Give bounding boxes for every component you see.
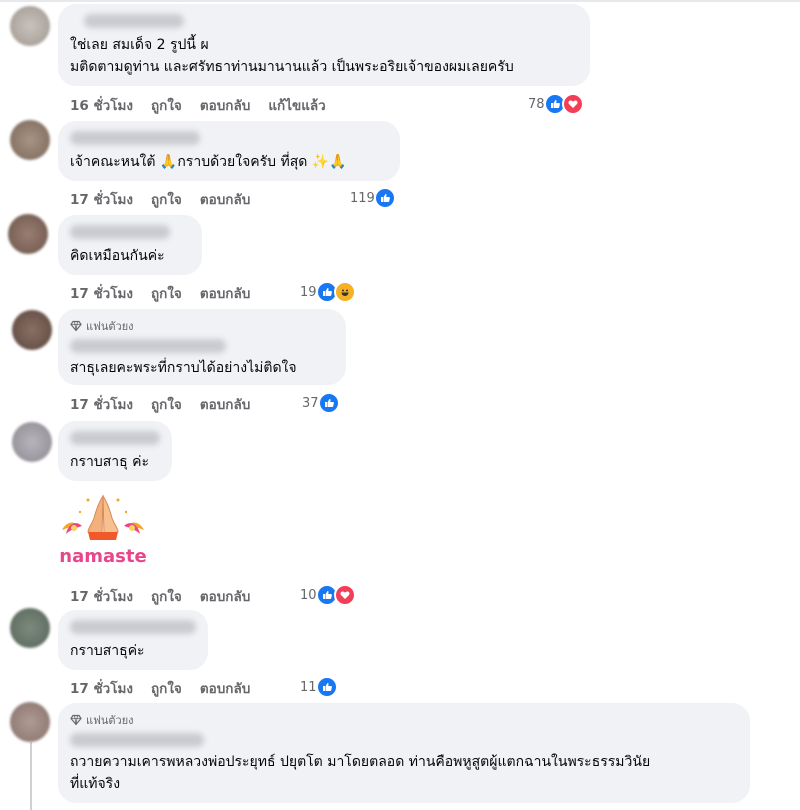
comment-bubble: เจ้าคณะหนใต้ 🙏กราบด้วยใจครับ ที่สุด ✨🙏 — [58, 121, 400, 181]
timestamp[interactable]: 17 ชั่วโมง — [70, 282, 133, 304]
reaction-count: 78 — [528, 96, 545, 112]
badge-label: แฟนตัวยง — [86, 320, 134, 333]
commenter-name[interactable] — [70, 431, 160, 445]
commenter-name[interactable] — [84, 14, 184, 28]
diamond-icon — [70, 714, 82, 726]
reaction-summary[interactable]: 10 — [300, 584, 356, 606]
lotus-right — [124, 522, 144, 534]
comment-actions: 17 ชั่วโมง ถูกใจ ตอบกลับ — [70, 677, 250, 699]
reply-button[interactable]: ตอบกลับ — [200, 94, 250, 116]
like-button[interactable]: ถูกใจ — [151, 585, 182, 607]
commenter-name[interactable] — [70, 225, 170, 239]
avatar[interactable] — [10, 702, 50, 742]
timestamp[interactable]: 16 ชั่วโมง — [70, 94, 133, 116]
like-button[interactable]: ถูกใจ — [151, 677, 182, 699]
like-button[interactable]: ถูกใจ — [151, 188, 182, 210]
comment-actions: 16 ชั่วโมง ถูกใจ ตอบกลับ แก้ไขแล้ว — [70, 94, 326, 116]
thread-line — [30, 742, 32, 810]
reaction-count: 19 — [300, 284, 317, 300]
diamond-icon — [70, 320, 82, 332]
comment-bubble: คิดเหมือนกันค่ะ — [58, 215, 202, 275]
comment-text: สาธุเลยคะพระที่กราบได้อย่างไม่ติดใจ — [70, 360, 297, 376]
reaction-count: 119 — [350, 190, 375, 206]
praying-hands — [87, 494, 119, 540]
comment-text: กราบสาธุค่ะ — [70, 643, 145, 659]
haha-icon — [333, 281, 356, 303]
like-icon — [317, 392, 340, 414]
avatar[interactable] — [12, 422, 52, 462]
reaction-summary[interactable]: 78 — [528, 93, 584, 115]
comment-text: กราบสาธุ ค่ะ — [70, 454, 150, 470]
comment-actions: 17 ชั่วโมง ถูกใจ ตอบกลับ — [70, 393, 250, 415]
timestamp[interactable]: 17 ชั่วโมง — [70, 677, 133, 699]
comment-actions: 17 ชั่วโมง ถูกใจ ตอบกลับ — [70, 188, 250, 210]
comment-text: คิดเหมือนกันค่ะ — [70, 248, 165, 264]
reaction-summary[interactable]: 119 — [350, 187, 396, 209]
namaste-sticker[interactable]: namaste — [58, 490, 148, 570]
comment-text: ถวายความเคารพหลวงพ่อประยุทธ์ ปยุตโต มาโด… — [70, 754, 651, 792]
comment-actions: 17 ชั่วโมง ถูกใจ ตอบกลับ — [70, 585, 250, 607]
namaste-lettering: namaste — [59, 546, 146, 567]
commenter-name[interactable] — [70, 733, 204, 747]
comment-text: เจ้าคณะหนใต้ 🙏กราบด้วยใจครับ ที่สุด ✨🙏 — [70, 154, 347, 170]
comment-actions: 17 ชั่วโมง ถูกใจ ตอบกลับ — [70, 282, 250, 304]
reaction-count: 11 — [300, 679, 317, 695]
love-icon — [333, 584, 356, 606]
top-divider — [0, 0, 800, 2]
like-button[interactable]: ถูกใจ — [151, 282, 182, 304]
like-button[interactable]: ถูกใจ — [151, 393, 182, 415]
comment-bubble: กราบสาธุค่ะ — [58, 610, 208, 670]
like-icon — [315, 676, 338, 698]
lotus-left — [62, 522, 82, 534]
avatar[interactable] — [8, 214, 48, 254]
reaction-summary[interactable]: 19 — [300, 281, 356, 303]
timestamp[interactable]: 17 ชั่วโมง — [70, 188, 133, 210]
reply-button[interactable]: ตอบกลับ — [200, 393, 250, 415]
commenter-name[interactable] — [70, 620, 196, 634]
badge-label: แฟนตัวยง — [86, 714, 134, 727]
reply-button[interactable]: ตอบกลับ — [200, 188, 250, 210]
reaction-summary[interactable]: 11 — [300, 676, 338, 698]
reply-button[interactable]: ตอบกลับ — [200, 677, 250, 699]
timestamp[interactable]: 17 ชั่วโมง — [70, 585, 133, 607]
edited-label[interactable]: แก้ไขแล้ว — [268, 94, 325, 116]
commenter-name[interactable] — [70, 131, 200, 145]
reaction-summary[interactable]: 37 — [302, 392, 340, 414]
fan-badge[interactable]: แฟนตัวยง — [70, 711, 738, 729]
comment-text: ใช่เลย สมเด็จ 2 รูปนี้ ผ มติดตามดูท่าน แ… — [70, 37, 514, 75]
like-icon — [373, 187, 396, 209]
comment-bubble: แฟนตัวยง สาธุเลยคะพระที่กราบได้อย่างไม่ต… — [58, 309, 346, 385]
reaction-count: 37 — [302, 395, 319, 411]
avatar[interactable] — [10, 6, 50, 46]
reply-button[interactable]: ตอบกลับ — [200, 585, 250, 607]
timestamp[interactable]: 17 ชั่วโมง — [70, 393, 133, 415]
comment-bubble: ใช่เลย สมเด็จ 2 รูปนี้ ผ มติดตามดูท่าน แ… — [58, 4, 590, 86]
fan-badge[interactable]: แฟนตัวยง — [70, 317, 334, 335]
comment-bubble: แฟนตัวยง ถวายความเคารพหลวงพ่อประยุทธ์ ปย… — [58, 703, 750, 803]
love-icon — [561, 93, 584, 115]
avatar[interactable] — [10, 608, 50, 648]
avatar[interactable] — [10, 120, 50, 160]
avatar[interactable] — [12, 310, 52, 350]
reply-button[interactable]: ตอบกลับ — [200, 282, 250, 304]
reaction-count: 10 — [300, 587, 317, 603]
commenter-name[interactable] — [70, 339, 226, 353]
like-button[interactable]: ถูกใจ — [151, 94, 182, 116]
comment-bubble: กราบสาธุ ค่ะ — [58, 421, 172, 481]
